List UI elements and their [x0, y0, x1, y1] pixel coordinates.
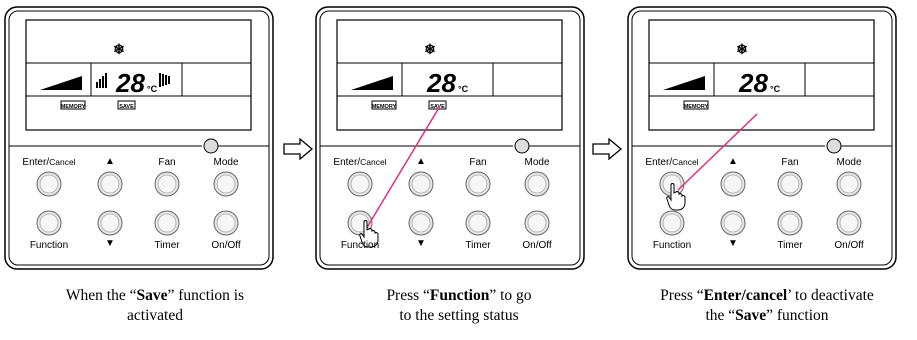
label-enter-cancel: Enter/Cancel: [333, 157, 387, 168]
controller-body: ❄28 °CMEMORY SAVE: [315, 6, 585, 270]
label-enter-cancel: Enter/Cancel: [645, 157, 699, 168]
caption-2: Press “Function” to go to the setting st…: [386, 287, 532, 324]
save-badge: SAVE: [119, 104, 134, 110]
label-down: ▼: [728, 238, 738, 249]
temperature-unit: °C: [147, 84, 158, 94]
label-fan: Fan: [469, 157, 487, 168]
next-step-arrow: [592, 138, 622, 160]
label-function: Function: [340, 240, 380, 251]
label-on-off: On/Off: [834, 240, 864, 251]
label-function: Function: [652, 240, 692, 251]
caption-1: When the “Save” function is activated: [65, 287, 245, 324]
cool-mode-icon: ❄: [113, 41, 125, 57]
cool-mode-icon: ❄: [424, 41, 436, 57]
next-step-arrow: [283, 138, 313, 160]
label-timer: Timer: [777, 240, 803, 251]
cool-mode-icon: ❄: [736, 41, 748, 57]
label-timer: Timer: [154, 240, 180, 251]
caption-3: Press “Enter/cancel’ to deactivate the “…: [660, 287, 874, 324]
temperature-unit: °C: [770, 84, 781, 94]
label-on-off: On/Off: [522, 240, 552, 251]
indicator-light: [826, 138, 842, 154]
temperature-readout: 28: [426, 68, 456, 98]
temperature-readout: 28: [115, 68, 145, 98]
label-on-off: On/Off: [211, 240, 241, 251]
remote-controller-1: ❄ 28 °C MEMORY SAVE Enter/Cancel ▲ Fan Mode Funct…: [4, 6, 274, 270]
indicator-light: [514, 138, 530, 154]
controller-body: ❄ 28 °C MEMORY SAVE: [4, 6, 274, 270]
remote-controller-3: ❄ 28 °C MEMORY Enter/Cancel ▲ Fan Mode Function ▼…: [627, 6, 897, 270]
label-up: ▲: [728, 156, 738, 167]
temperature-unit: °C: [458, 84, 469, 94]
remote-controller-2: ❄ 28 °C MEMORY SAVE Enter/Cancel ▲ Fan Mode Funct…: [315, 6, 585, 270]
label-fan: Fan: [158, 157, 176, 168]
label-mode: Mode: [213, 157, 239, 168]
temperature-readout: 28: [738, 68, 768, 98]
label-fan: Fan: [781, 157, 799, 168]
label-timer: Timer: [465, 240, 491, 251]
controller-body: ❄ 28 °C MEMORY: [627, 6, 897, 270]
indicator-light: [203, 138, 219, 154]
label-enter-cancel: Enter/Cancel: [22, 157, 76, 168]
memory-badge: MEMORY: [61, 104, 86, 110]
label-mode: Mode: [524, 157, 550, 168]
label-up: ▲: [105, 156, 115, 167]
memory-badge: MEMORY: [372, 104, 397, 110]
memory-badge: MEMORY: [684, 104, 709, 110]
label-mode: Mode: [836, 157, 862, 168]
label-down: ▼: [105, 238, 115, 249]
label-function: Function: [29, 240, 69, 251]
label-up: ▲: [416, 156, 426, 167]
label-down: ▼: [416, 238, 426, 249]
